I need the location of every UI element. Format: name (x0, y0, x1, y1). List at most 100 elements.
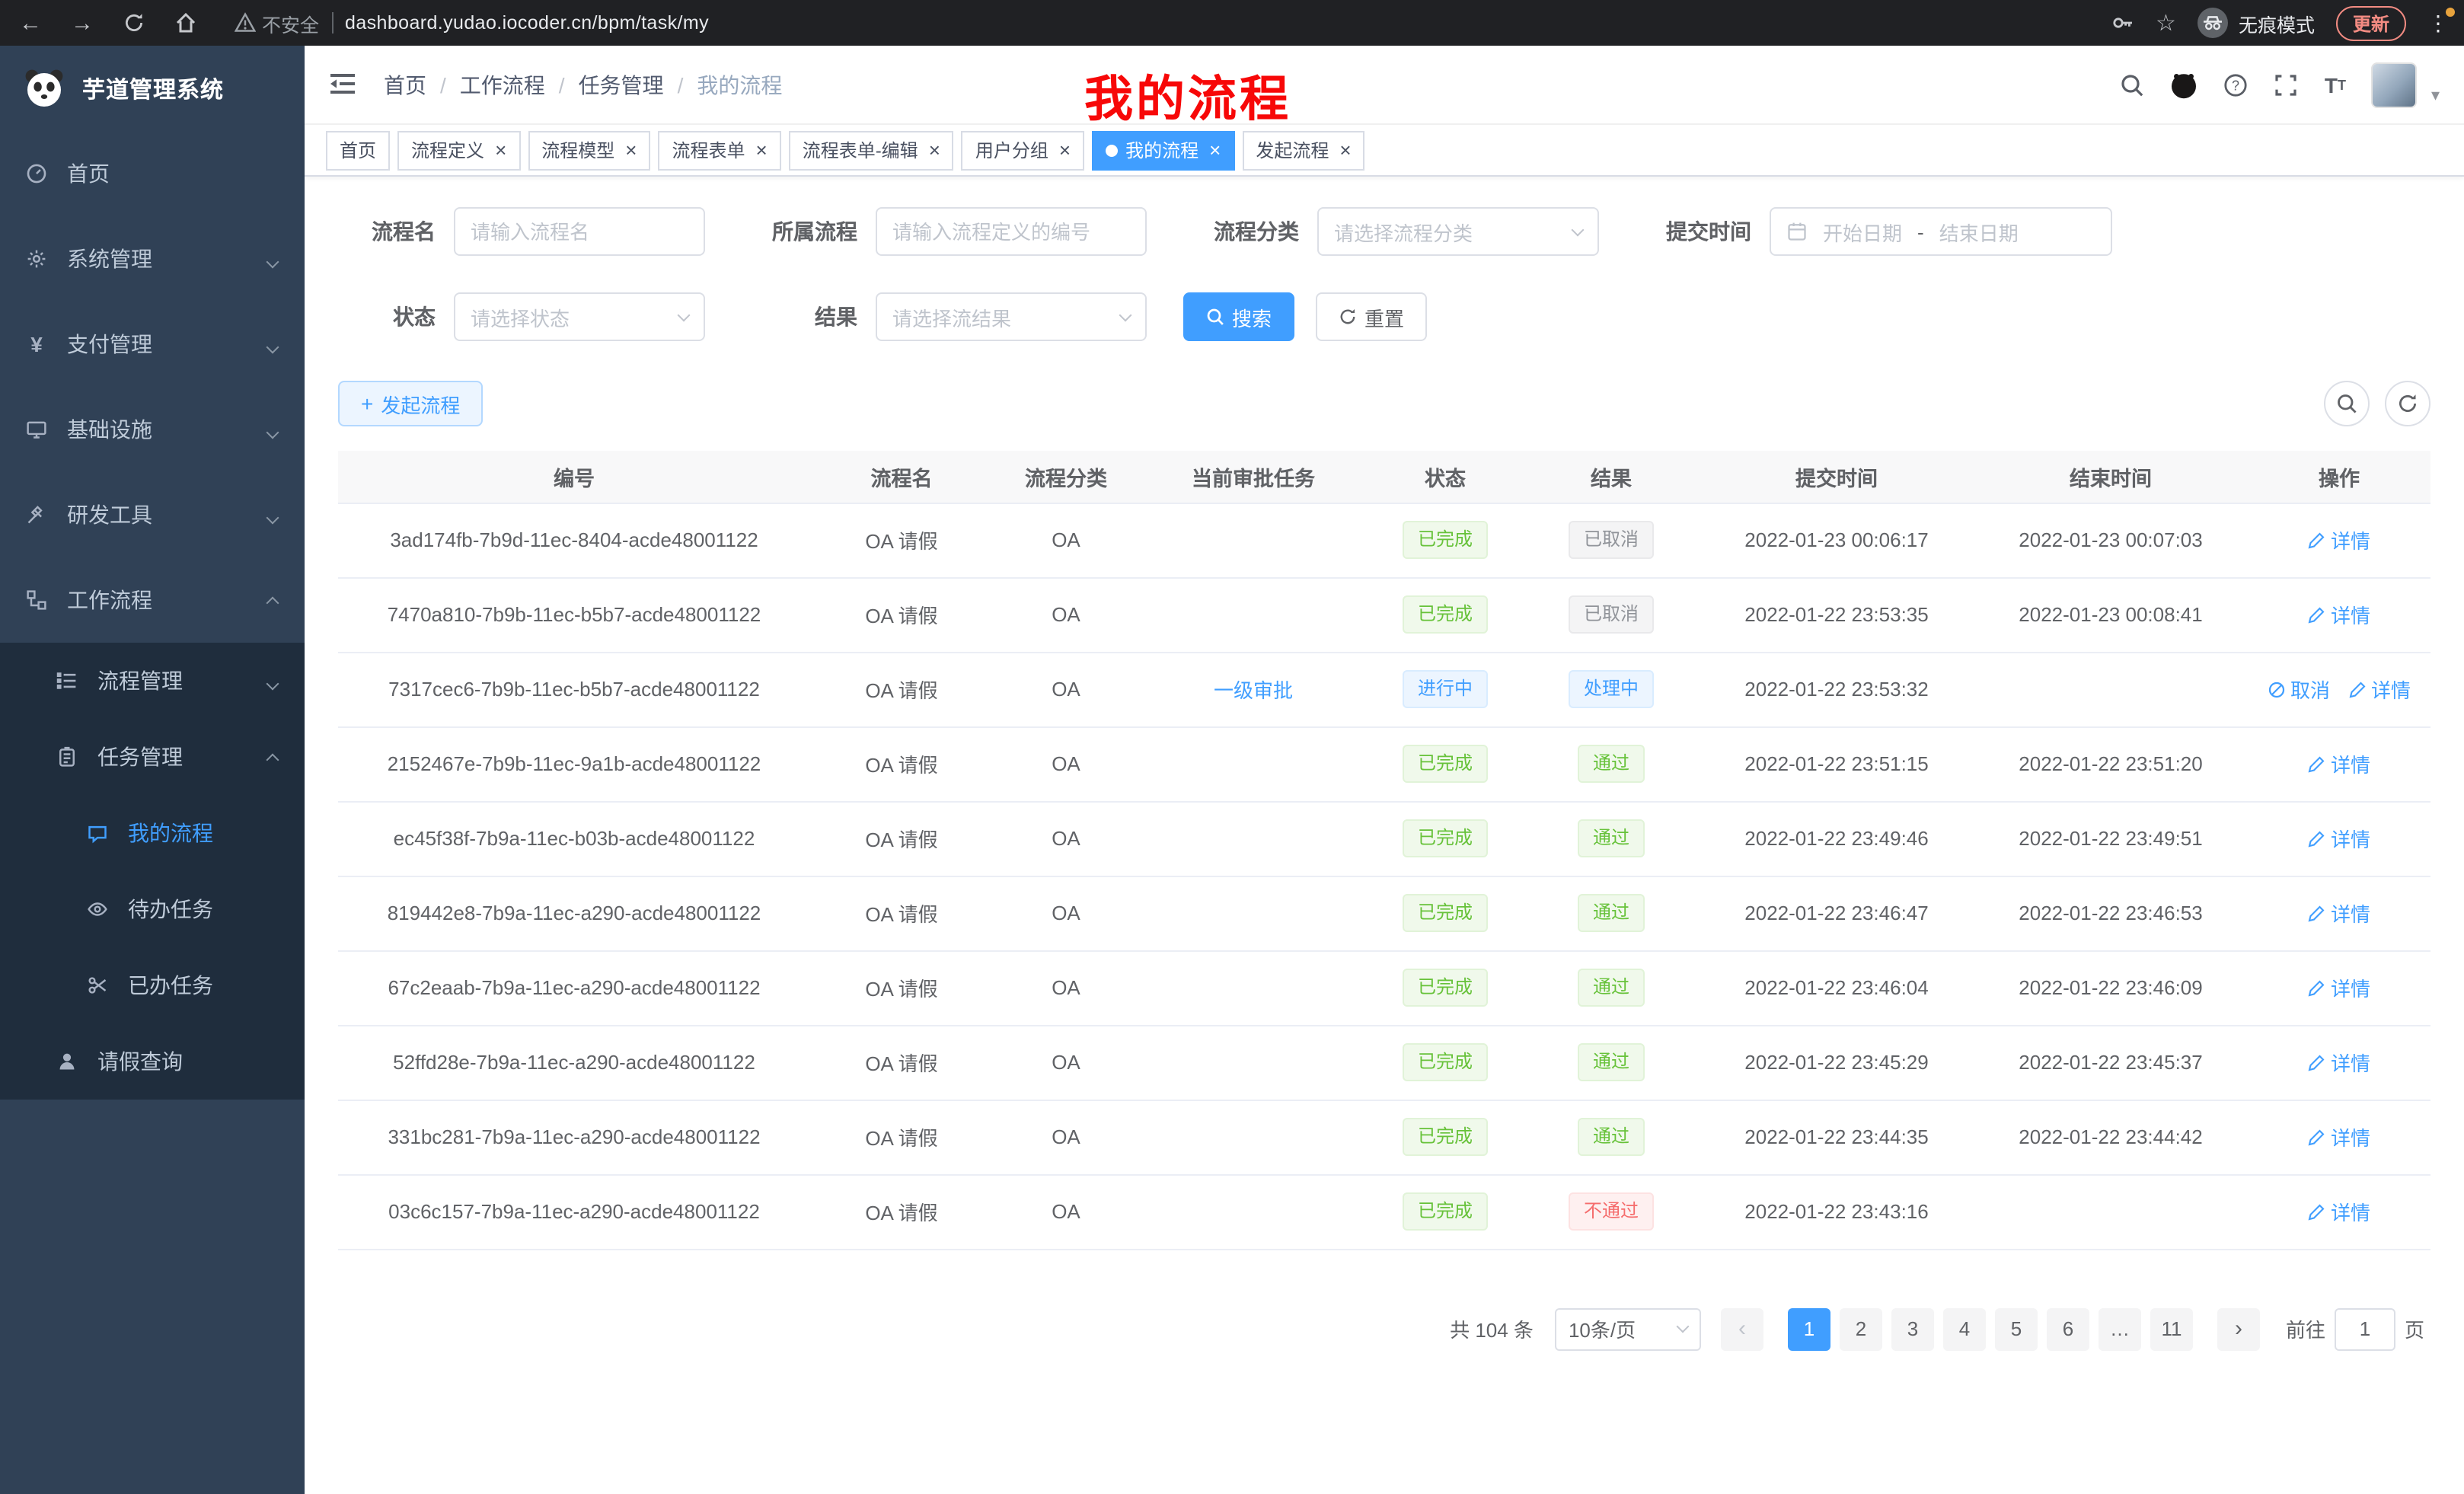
detail-link[interactable]: 详情 (2308, 749, 2370, 778)
column-header: 状态 (1368, 451, 1523, 503)
back-icon[interactable]: ← (15, 8, 46, 38)
table-row: 331bc281-7b9a-11ec-a290-acde48001122OA 请… (338, 1100, 2430, 1174)
detail-link[interactable]: 详情 (2308, 1122, 2370, 1151)
cell-category: OA (993, 950, 1139, 1025)
show-search-button[interactable] (2324, 381, 2370, 426)
sidebar-item-done-tasks[interactable]: 已办任务 (0, 947, 305, 1023)
detail-link[interactable]: 详情 (2308, 1048, 2370, 1077)
sidebar-item-system[interactable]: 系统管理 (0, 216, 305, 302)
current-task-link[interactable]: 一级审批 (1214, 679, 1293, 702)
sidebar-item-home[interactable]: 首页 (0, 131, 305, 216)
status-select[interactable]: 请选择状态 (454, 292, 705, 341)
tab-close-icon[interactable]: × (1059, 140, 1071, 160)
detail-link[interactable]: 详情 (2308, 1197, 2370, 1226)
tab-close-icon[interactable]: × (1339, 140, 1351, 160)
cancel-link[interactable]: 取消 (2268, 675, 2330, 704)
sidebar-item-label: 流程管理 (97, 666, 183, 696)
fontsize-icon[interactable]: TT (2325, 72, 2346, 97)
header-actions: ? TT ▾ (2121, 62, 2440, 107)
sidebar-item-infrastructure[interactable]: 基础设施 (0, 387, 305, 472)
fullscreen-icon[interactable] (2274, 72, 2299, 97)
tab-2[interactable]: 流程定义× (397, 130, 520, 170)
tab-8[interactable]: 发起流程× (1242, 130, 1364, 170)
breadcrumb-item[interactable]: 首页 (384, 69, 426, 100)
create-process-button[interactable]: + 发起流程 (338, 381, 483, 426)
help-icon[interactable]: ? (2224, 72, 2249, 97)
table-row: 7470a810-7b9b-11ec-b5b7-acde48001122OA 请… (338, 577, 2430, 652)
breadcrumb-separator: / (678, 72, 684, 97)
page-size-select[interactable]: 10条/页 (1555, 1307, 1701, 1350)
sidebar-item-task-mgmt[interactable]: 任务管理 (0, 719, 305, 795)
tab-close-icon[interactable]: × (625, 140, 637, 160)
sidebar-item-payment[interactable]: ¥ 支付管理 (0, 302, 305, 387)
page-ellipsis[interactable]: … (2099, 1307, 2141, 1350)
avatar[interactable] (2372, 62, 2418, 107)
sidebar-item-todo-tasks[interactable]: 待办任务 (0, 871, 305, 947)
tab-5[interactable]: 流程表单-编辑× (789, 130, 954, 170)
search-button[interactable]: 搜索 (1183, 292, 1294, 341)
github-icon[interactable] (2171, 71, 2198, 98)
tab-3[interactable]: 流程模型× (528, 130, 650, 170)
detail-link[interactable]: 详情 (2348, 675, 2411, 704)
hamburger-icon[interactable] (329, 69, 359, 100)
reload-icon[interactable] (119, 8, 149, 38)
tab-6[interactable]: 用户分组× (962, 130, 1084, 170)
prev-page-button[interactable]: ‹ (1721, 1307, 1763, 1350)
page-button[interactable]: 2 (1840, 1307, 1882, 1350)
sidebar-item-my-process[interactable]: 我的流程 (0, 795, 305, 871)
page-button[interactable]: 11 (2150, 1307, 2193, 1350)
sidebar-item-leave-query[interactable]: 请假查询 (0, 1023, 305, 1100)
star-icon[interactable]: ☆ (2156, 9, 2176, 37)
search-icon[interactable] (2121, 72, 2145, 97)
breadcrumb-item[interactable]: 任务管理 (579, 69, 664, 100)
detail-link[interactable]: 详情 (2308, 824, 2370, 853)
forward-icon[interactable]: → (67, 8, 97, 38)
cell-category: OA (993, 503, 1139, 577)
goto-page-input[interactable] (2335, 1307, 2395, 1350)
category-select[interactable]: 请选择流程分类 (1317, 207, 1599, 256)
detail-link[interactable]: 详情 (2308, 525, 2370, 554)
tab-close-icon[interactable]: × (929, 140, 940, 160)
logo-row[interactable]: 芋道管理系统 (0, 46, 305, 131)
date-separator: - (1917, 220, 1924, 243)
detail-link[interactable]: 详情 (2308, 899, 2370, 927)
tab-7[interactable]: 我的流程× (1092, 130, 1234, 170)
process-def-input[interactable] (876, 207, 1147, 256)
panda-logo-icon (21, 65, 67, 111)
result-select[interactable]: 请选择流结果 (876, 292, 1147, 341)
sidebar-item-process-mgmt[interactable]: 流程管理 (0, 643, 305, 719)
cell-actions: 详情 (2248, 503, 2430, 577)
security-warning[interactable]: 不安全 (235, 8, 319, 37)
cell-result: 不通过 (1523, 1174, 1700, 1249)
process-name-input[interactable] (454, 207, 705, 256)
refresh-table-button[interactable] (2385, 381, 2430, 426)
detail-link[interactable]: 详情 (2308, 600, 2370, 629)
tab-close-icon[interactable]: × (495, 140, 506, 160)
menu-dots-icon[interactable]: ⋮ (2427, 10, 2449, 36)
breadcrumb-item[interactable]: 工作流程 (460, 69, 545, 100)
tab-1[interactable]: 首页 (326, 130, 390, 170)
tab-4[interactable]: 流程表单× (658, 130, 780, 170)
sidebar-item-workflow[interactable]: 工作流程 (0, 557, 305, 643)
address-bar[interactable]: 不安全 dashboard.yudao.iocoder.cn/bpm/task/… (222, 8, 2110, 37)
reset-button[interactable]: 重置 (1316, 292, 1427, 341)
browser-toolbar: ← → 不安全 dashboard.yudao.iocoder.cn/bpm/t… (0, 0, 2464, 46)
cell-result: 通过 (1523, 726, 1700, 801)
page-button[interactable]: 3 (1891, 1307, 1934, 1350)
key-icon[interactable] (2110, 11, 2134, 35)
next-page-button[interactable]: › (2217, 1307, 2260, 1350)
update-button[interactable]: 更新 (2336, 5, 2406, 40)
sidebar-item-devtools[interactable]: 研发工具 (0, 472, 305, 557)
tab-close-icon[interactable]: × (756, 140, 768, 160)
detail-link[interactable]: 详情 (2308, 973, 2370, 1002)
page-button[interactable]: 4 (1943, 1307, 1986, 1350)
caret-down-icon[interactable]: ▾ (2431, 85, 2440, 105)
page-button[interactable]: 1 (1788, 1307, 1830, 1350)
page-button[interactable]: 5 (1995, 1307, 2038, 1350)
url-text[interactable]: dashboard.yudao.iocoder.cn/bpm/task/my (345, 12, 709, 34)
page-button[interactable]: 6 (2047, 1307, 2089, 1350)
home-icon[interactable] (171, 8, 201, 38)
date-range-input[interactable]: 开始日期 - 结束日期 (1770, 207, 2112, 256)
tab-close-icon[interactable]: × (1209, 140, 1221, 160)
viewport: ← → 不安全 dashboard.yudao.iocoder.cn/bpm/t… (0, 0, 2464, 1494)
